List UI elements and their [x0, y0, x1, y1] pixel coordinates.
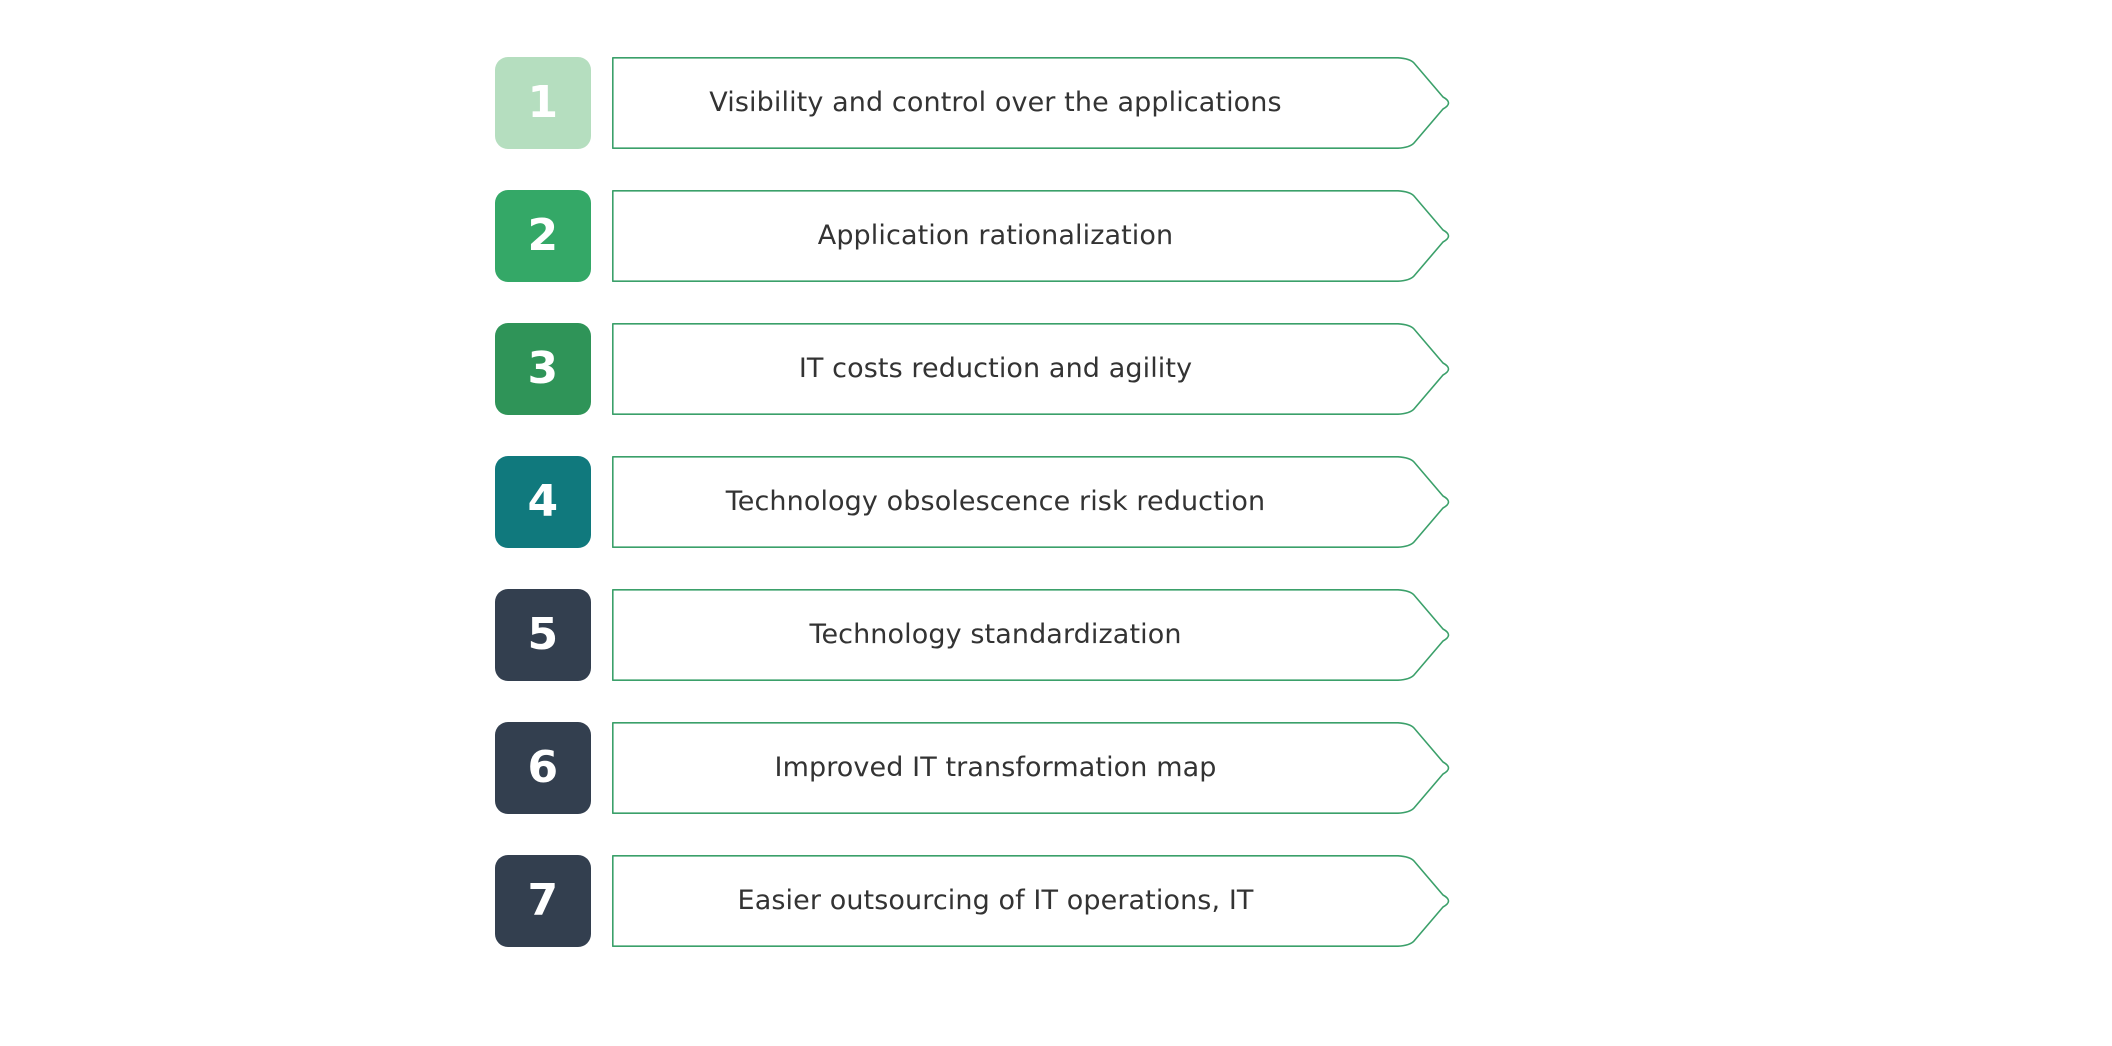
list-item[interactable]: 4 Technology obsolescence risk reduction: [495, 456, 1455, 548]
step-number-label: 3: [527, 343, 559, 394]
step-number-badge: 5: [495, 589, 591, 681]
benefit-label: Technology obsolescence risk reduction: [725, 486, 1266, 518]
list-item[interactable]: 5 Technology standardization: [495, 589, 1455, 681]
benefit-label: Improved IT transformation map: [774, 752, 1217, 784]
benefit-label: Application rationalization: [817, 220, 1174, 252]
list-item[interactable]: 7 Easier outsourcing of IT operations, IT: [495, 855, 1455, 947]
list-item[interactable]: 1 Visibility and control over the applica…: [495, 57, 1455, 149]
benefit-arrow-banner[interactable]: Technology standardization: [612, 589, 1455, 681]
benefit-arrow-banner[interactable]: Easier outsourcing of IT operations, IT: [612, 855, 1455, 947]
step-number-badge: 3: [495, 323, 591, 415]
benefit-arrow-banner[interactable]: Improved IT transformation map: [612, 722, 1455, 814]
benefit-list: 1 Visibility and control over the applica…: [495, 57, 1455, 947]
step-number-label: 5: [527, 609, 559, 660]
list-item[interactable]: 6 Improved IT transformation map: [495, 722, 1455, 814]
step-number-label: 2: [527, 210, 559, 261]
benefit-label: Technology standardization: [809, 619, 1182, 651]
list-item[interactable]: 3 IT costs reduction and agility: [495, 323, 1455, 415]
benefit-arrow-banner[interactable]: Application rationalization: [612, 190, 1455, 282]
step-number-badge: 1: [495, 57, 591, 149]
step-number-label: 1: [527, 77, 559, 128]
benefit-arrow-banner[interactable]: Visibility and control over the applicat…: [612, 57, 1455, 149]
step-number-badge: 6: [495, 722, 591, 814]
step-number-badge: 2: [495, 190, 591, 282]
step-number-label: 7: [527, 875, 559, 926]
benefit-label: IT costs reduction and agility: [798, 353, 1193, 385]
infographic-canvas: 1 Visibility and control over the applica…: [0, 0, 2112, 1046]
step-number-label: 4: [527, 476, 559, 527]
benefit-arrow-banner[interactable]: Technology obsolescence risk reduction: [612, 456, 1455, 548]
step-number-label: 6: [527, 742, 559, 793]
list-item[interactable]: 2 Application rationalization: [495, 190, 1455, 282]
benefit-label: Easier outsourcing of IT operations, IT: [737, 885, 1254, 917]
benefit-label: Visibility and control over the applicat…: [709, 87, 1282, 119]
step-number-badge: 4: [495, 456, 591, 548]
benefit-arrow-banner[interactable]: IT costs reduction and agility: [612, 323, 1455, 415]
step-number-badge: 7: [495, 855, 591, 947]
